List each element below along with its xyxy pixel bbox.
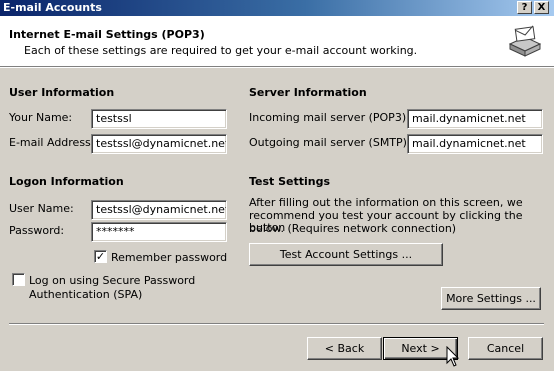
back-button[interactable]: < Back bbox=[307, 337, 382, 360]
window-title: E-mail Accounts bbox=[3, 1, 102, 14]
email-address-field[interactable]: testssl@dynamicnet.net bbox=[91, 134, 227, 154]
server-info-heading: Server Information bbox=[249, 86, 367, 99]
outgoing-server-label: Outgoing mail server (SMTP): bbox=[249, 136, 411, 149]
mouse-cursor-icon bbox=[446, 345, 460, 368]
password-field[interactable]: ******* bbox=[91, 222, 227, 242]
test-settings-heading: Test Settings bbox=[249, 175, 331, 188]
user-info-heading: User Information bbox=[9, 86, 115, 99]
test-settings-desc-line1: After filling out the information on thi… bbox=[249, 196, 523, 209]
user-name-label: User Name: bbox=[9, 202, 74, 215]
user-name-field[interactable]: testssl@dynamicnet.net bbox=[91, 200, 227, 220]
logon-info-heading: Logon Information bbox=[9, 175, 124, 188]
email-settings-icon bbox=[507, 24, 543, 60]
help-button[interactable]: ? bbox=[517, 1, 532, 14]
outgoing-server-field[interactable]: mail.dynamicnet.net bbox=[407, 134, 543, 154]
incoming-server-field[interactable]: mail.dynamicnet.net bbox=[407, 109, 543, 129]
spa-label-line1: Log on using Secure Password bbox=[29, 274, 196, 287]
password-label: Password: bbox=[9, 224, 65, 237]
your-name-label: Your Name: bbox=[9, 111, 73, 124]
test-settings-desc-line3: below. (Requires network connection) bbox=[249, 222, 457, 235]
email-address-label: E-mail Address: bbox=[9, 136, 95, 149]
footer-divider-highlight bbox=[9, 324, 544, 325]
spa-label-line2: Authentication (SPA) bbox=[29, 288, 143, 301]
your-name-field[interactable]: testssl bbox=[91, 109, 227, 129]
header-divider-highlight bbox=[0, 67, 554, 68]
cancel-button[interactable]: Cancel bbox=[468, 337, 543, 360]
spa-checkbox[interactable] bbox=[12, 273, 25, 286]
close-button[interactable]: X bbox=[534, 1, 549, 14]
header-band bbox=[0, 16, 554, 66]
page-title: Internet E-mail Settings (POP3) bbox=[9, 28, 205, 41]
more-settings-button[interactable]: More Settings ... bbox=[441, 287, 541, 310]
page-subtitle: Each of these settings are required to g… bbox=[24, 44, 418, 57]
remember-password-label: Remember password bbox=[111, 251, 228, 264]
remember-password-checkbox[interactable]: ✓ bbox=[94, 250, 107, 263]
test-account-settings-button[interactable]: Test Account Settings ... bbox=[249, 243, 443, 266]
incoming-server-label: Incoming mail server (POP3): bbox=[249, 111, 410, 124]
